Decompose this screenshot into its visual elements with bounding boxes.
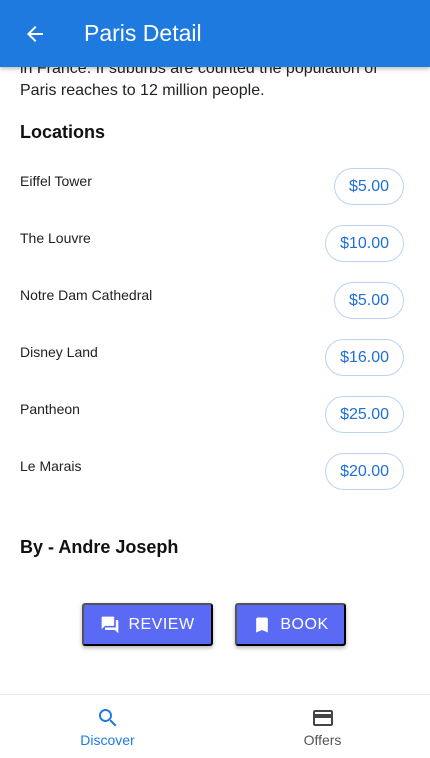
locations-list: Eiffel Tower $5.00 The Louvre $10.00 Not… [0, 163, 430, 505]
nav-label-offers: Offers [303, 732, 342, 748]
page-title: Paris Detail [84, 20, 202, 46]
price-chip[interactable]: $10.00 [325, 225, 404, 262]
location-row: Notre Dam Cathedral $5.00 [0, 277, 430, 334]
location-name: Disney Land [20, 344, 98, 360]
book-label: BOOK [280, 615, 329, 633]
location-row: Le Marais $20.00 [0, 448, 430, 505]
location-name: Le Marais [20, 458, 82, 474]
arrow-back-icon[interactable] [20, 19, 50, 49]
price-chip[interactable]: $25.00 [325, 396, 404, 433]
location-name: Notre Dam Cathedral [20, 287, 153, 303]
location-name: Pantheon [20, 401, 80, 417]
price-chip[interactable]: $5.00 [333, 168, 404, 205]
author-name: By - Andre Joseph [20, 537, 179, 557]
location-name: The Louvre [20, 230, 91, 246]
location-row: The Louvre $10.00 [0, 220, 430, 277]
location-row: Eiffel Tower $5.00 [0, 163, 430, 220]
bookmark-icon [252, 615, 272, 635]
action-buttons: REVIEW BOOK [0, 603, 430, 647]
price-chip[interactable]: $5.00 [333, 282, 404, 319]
location-row: Disney Land $16.00 [0, 334, 430, 391]
review-button[interactable]: REVIEW [82, 603, 213, 646]
location-row: Pantheon $25.00 [0, 391, 430, 448]
nav-label-discover: Discover [80, 732, 135, 748]
search-icon [96, 706, 120, 730]
bottom-navigation: Discover Offers [0, 694, 430, 758]
price-chip[interactable]: $16.00 [325, 339, 404, 376]
nav-item-discover[interactable]: Discover [0, 695, 215, 758]
review-label: REVIEW [128, 615, 195, 633]
locations-heading: Locations [20, 122, 106, 142]
nav-item-offers[interactable]: Offers [215, 695, 430, 758]
detail-content: in France. If suburbs are counted the po… [0, 0, 430, 694]
comment-icon [100, 615, 120, 635]
location-name: Eiffel Tower [20, 173, 92, 189]
book-button[interactable]: BOOK [235, 603, 346, 646]
credit-card-icon [311, 706, 335, 730]
price-chip[interactable]: $20.00 [325, 453, 404, 490]
app-bar: Paris Detail [0, 0, 430, 67]
